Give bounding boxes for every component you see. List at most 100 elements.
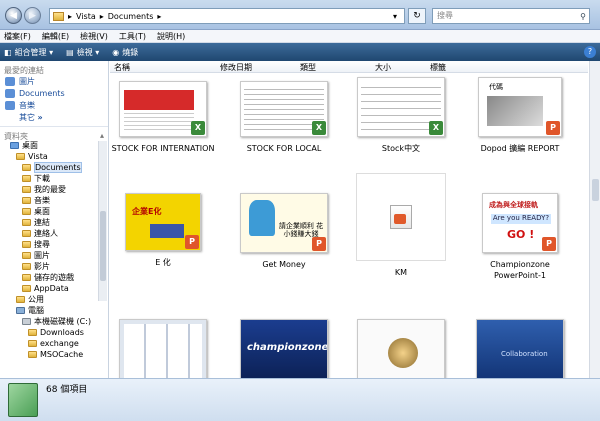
- file-thumbnail: Collaboration: [476, 319, 564, 378]
- tree-pictures[interactable]: 圖片: [0, 250, 108, 261]
- tree-music[interactable]: 音樂: [0, 195, 108, 206]
- user-folder-icon: [16, 153, 25, 160]
- file-item[interactable]: [110, 319, 216, 378]
- pictures-icon: [5, 76, 15, 86]
- file-thumbnail: 請企業順利 花小錢賺大錢 P: [240, 193, 328, 253]
- breadcrumb-documents[interactable]: Documents: [108, 12, 154, 21]
- tree-desktop-sub[interactable]: 桌面: [0, 206, 108, 217]
- back-button[interactable]: ◀: [5, 7, 22, 24]
- favorite-documents[interactable]: Documents: [0, 87, 108, 99]
- views-icon: ▤: [66, 47, 74, 57]
- search-input[interactable]: 搜尋 ⚲: [432, 8, 590, 24]
- column-size[interactable]: 大小: [375, 62, 391, 73]
- tree-drive-c[interactable]: 本機磁碟機 (C:): [0, 316, 108, 327]
- favorites-more[interactable]: 其它 »: [0, 111, 108, 123]
- chevron-down-icon: ▾: [46, 47, 54, 57]
- file-thumbnail: [356, 173, 446, 261]
- tree-public[interactable]: 公用: [0, 294, 108, 305]
- file-name: Stock中文: [381, 144, 421, 153]
- column-type[interactable]: 類型: [300, 62, 316, 73]
- chevron-up-icon: ▴: [99, 131, 104, 140]
- folder-icon: [53, 11, 64, 21]
- tree-saved-games[interactable]: 儲存的遊戲: [0, 272, 108, 283]
- file-thumbnail: championzone: [240, 319, 328, 378]
- address-field[interactable]: ▸ Vista ▸ Documents ▸ ▾: [49, 8, 405, 24]
- menu-tools[interactable]: 工具(T): [119, 31, 146, 42]
- file-thumbnail: X: [357, 77, 445, 137]
- favorite-music[interactable]: 音樂: [0, 99, 108, 111]
- help-icon[interactable]: ?: [584, 46, 596, 58]
- file-item[interactable]: 請企業順利 花小錢賺大錢 P Get Money: [231, 193, 337, 270]
- column-headers: 名稱 修改日期 類型 大小 標籤: [110, 61, 588, 73]
- folder-icon: [22, 285, 31, 292]
- file-item[interactable]: [348, 319, 454, 378]
- tree-vista[interactable]: Vista: [0, 151, 108, 162]
- organize-icon: ◧: [4, 47, 12, 57]
- favorite-pictures[interactable]: 圖片: [0, 75, 108, 87]
- refresh-button[interactable]: ↻: [408, 8, 426, 24]
- desktop-icon: [10, 142, 19, 149]
- navigation-scrollbar[interactable]: [98, 141, 107, 301]
- menu-file[interactable]: 檔案(F): [4, 31, 31, 42]
- views-button[interactable]: ▤ 檢視 ▾: [66, 47, 102, 58]
- file-item[interactable]: 代碼 P Dopod 擴編 REPORT: [467, 77, 573, 154]
- address-bar-area: ◀ ▶ ▸ Vista ▸ Documents ▸ ▾ ↻ 搜尋 ⚲: [0, 0, 600, 30]
- column-tags[interactable]: 標籤: [430, 62, 446, 73]
- file-item[interactable]: 企業E化 P E 化: [110, 193, 216, 268]
- menu-view[interactable]: 檢視(V): [80, 31, 108, 42]
- file-item[interactable]: Collaboration: [467, 319, 573, 378]
- burn-button[interactable]: ◉ 燒錄: [112, 47, 138, 58]
- disc-icon: ◉: [112, 47, 120, 57]
- tree-c-exchange[interactable]: exchange: [0, 338, 108, 349]
- file-thumbnail: X: [240, 81, 328, 137]
- tree-documents[interactable]: Documents: [0, 162, 108, 173]
- file-item[interactable]: X Stock中文: [348, 77, 454, 154]
- folder-icon: [22, 186, 31, 193]
- folder-icon: [22, 175, 31, 182]
- tree-links[interactable]: 連結: [0, 217, 108, 228]
- column-date-modified[interactable]: 修改日期: [220, 62, 252, 73]
- tree-searches[interactable]: 搜尋: [0, 239, 108, 250]
- chevron-down-icon[interactable]: ▾: [393, 12, 397, 21]
- file-item[interactable]: 成為與全球接軌 Are you READY? GO ! P Championzo…: [467, 193, 573, 281]
- powerpoint-icon: P: [546, 121, 560, 135]
- search-icon[interactable]: ⚲: [580, 10, 586, 24]
- content-scrollbar[interactable]: [589, 61, 600, 378]
- file-name: Get Money: [262, 260, 306, 269]
- file-thumbnail: X: [119, 81, 207, 137]
- double-chevron-icon: »: [37, 112, 43, 122]
- tree-c-downloads[interactable]: Downloads: [0, 327, 108, 338]
- excel-icon: X: [312, 121, 326, 135]
- tree-computer[interactable]: 電腦: [0, 305, 108, 316]
- item-count: 68 個項目: [46, 385, 88, 395]
- tree-favorites[interactable]: 我的最愛: [0, 184, 108, 195]
- breadcrumb-vista[interactable]: Vista: [76, 12, 96, 21]
- file-name: KM: [394, 268, 408, 277]
- computer-icon: [16, 307, 25, 314]
- tree-downloads[interactable]: 下載: [0, 173, 108, 184]
- file-item[interactable]: KM: [348, 173, 454, 278]
- folder-icon: [22, 241, 31, 248]
- favorites-header: 最愛的連結: [4, 66, 44, 75]
- menu-edit[interactable]: 編輯(E): [42, 31, 69, 42]
- tree-desktop[interactable]: 桌面: [0, 140, 108, 151]
- folder-icon: [28, 329, 37, 336]
- folders-header[interactable]: 資料夾 ▴: [0, 126, 108, 141]
- file-item[interactable]: championzone: [231, 319, 337, 378]
- navigation-pane: 最愛的連結 圖片 Documents 音樂 其它 » 資料夾 ▴ 桌面 Vista…: [0, 61, 109, 378]
- file-item[interactable]: X STOCK FOR INTERNATION: [110, 81, 216, 154]
- file-thumbnail: [357, 319, 445, 378]
- organize-button[interactable]: ◧ 組合管理 ▾: [4, 47, 56, 58]
- music-icon: [5, 100, 15, 110]
- scrollbar-thumb[interactable]: [100, 211, 106, 281]
- menu-help[interactable]: 說明(H): [157, 31, 185, 42]
- tree-appdata[interactable]: AppData: [0, 283, 108, 294]
- tree-videos[interactable]: 影片: [0, 261, 108, 272]
- scrollbar-thumb[interactable]: [592, 179, 599, 201]
- tree-contacts[interactable]: 連絡人: [0, 228, 108, 239]
- powerpoint-icon: P: [542, 237, 556, 251]
- file-item[interactable]: X STOCK FOR LOCAL: [231, 81, 337, 154]
- tree-c-msocache[interactable]: MSOCache: [0, 349, 108, 360]
- forward-button[interactable]: ▶: [24, 7, 41, 24]
- column-name[interactable]: 名稱: [114, 62, 130, 73]
